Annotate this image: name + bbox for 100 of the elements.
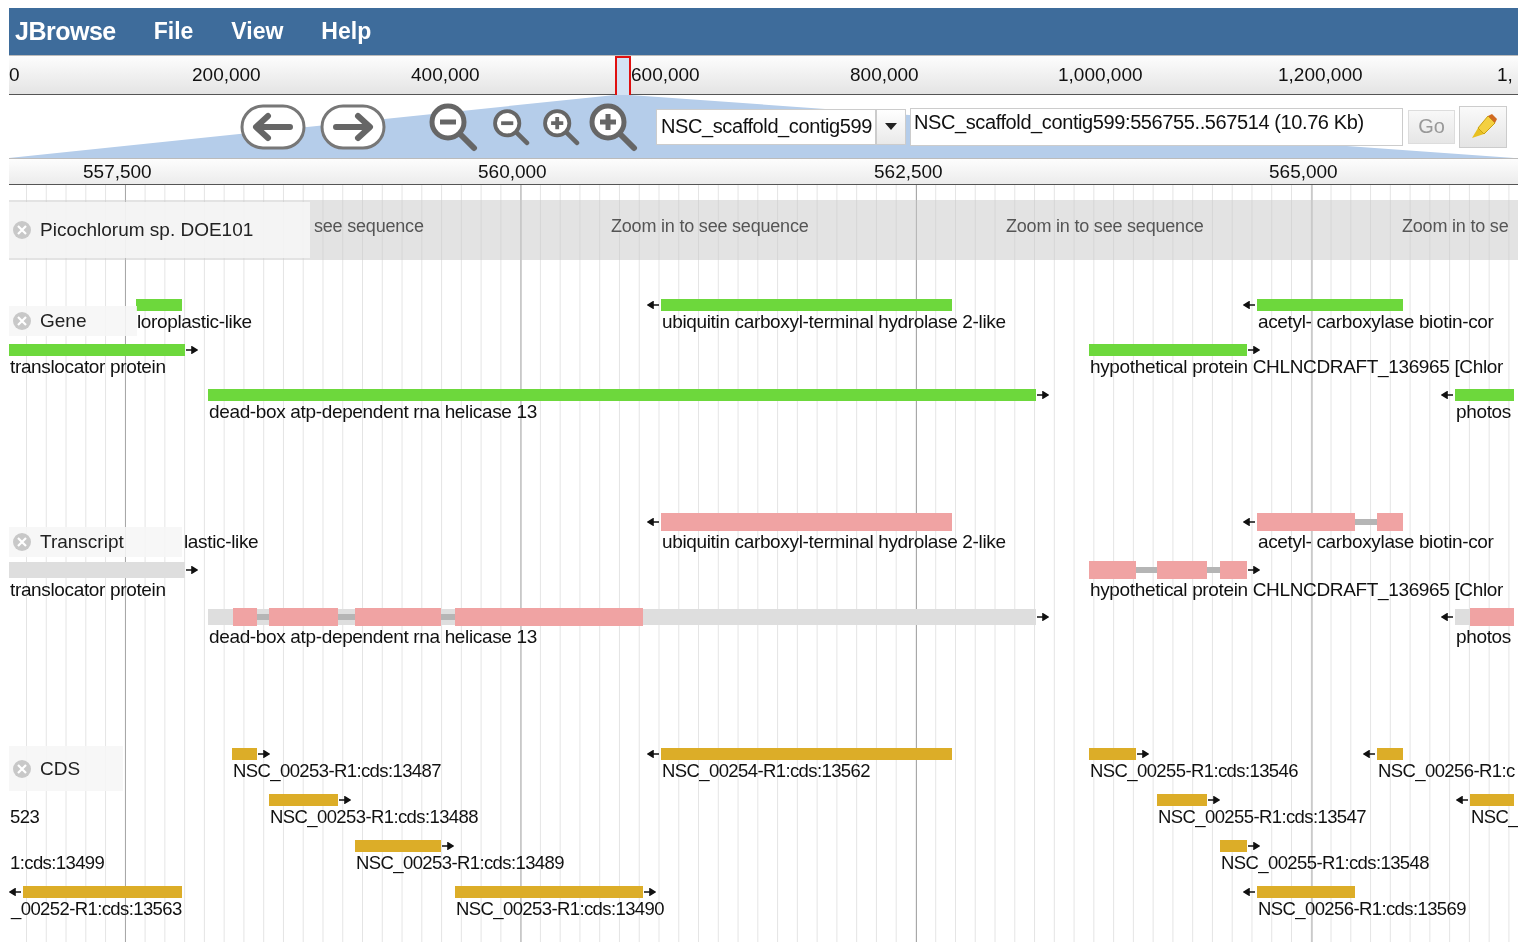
menu-item[interactable]: View [231,18,284,45]
overview-ruler[interactable]: 0 200,000 400,000 600,000 800,000 1,000,000 1,200,000 1, [9,55,1518,95]
location-field[interactable]: NSC_scaffold_contig599:556755..567514 (10.76 Kb) [910,107,1403,146]
feature-bar[interactable] [23,886,182,898]
close-icon[interactable] [12,532,32,552]
view-region-marker[interactable] [615,56,631,98]
ruler-label: 560,000 [478,161,547,183]
app-logo[interactable]: JBrowse [15,17,116,46]
feature-label: ubiquitin carboxyl-terminal hydrolase 2-like [662,532,1006,552]
feature-label: hypothetical protein CHLNCDRAFT_136965 [Chlor [1090,579,1503,600]
strand-arrow-icon [1208,796,1220,804]
feature-label: 523 [10,807,40,827]
track-label[interactable]: Transcript [9,527,182,557]
feature-glyph[interactable] [9,560,185,579]
feature-glyph[interactable] [1089,560,1247,579]
zoom-out-button[interactable] [492,107,530,146]
sequence-hint: Zoom in to see sequence [611,216,809,237]
strand-arrow-icon [1243,888,1255,896]
feature-label: translocator protein [10,579,166,600]
strand-arrow-icon [1243,301,1255,309]
strand-arrow-icon [1441,391,1453,399]
close-icon[interactable] [12,311,32,331]
feature-bar[interactable] [1089,748,1136,760]
feature-bar[interactable] [355,840,441,852]
strand-arrow-icon [647,518,659,526]
feature-label: NSC_00255-R1:cds:13546 [1090,761,1298,781]
track-label[interactable]: CDS [9,746,123,791]
pan-right-button[interactable] [320,103,386,150]
strand-arrow-icon [186,565,198,574]
sequence-hint: see sequence [314,216,424,237]
ruler-label: 1, [1497,64,1513,86]
feature-bar[interactable] [1157,794,1207,806]
ruler-label: 562,500 [874,161,943,183]
feature-label: _00252-R1:cds:13563 [11,899,182,919]
close-icon[interactable] [12,220,32,240]
feature-bar[interactable] [455,886,643,898]
feature-glyph[interactable] [661,513,952,531]
strand-arrow-icon [1456,796,1468,804]
strand-arrow-icon [339,796,351,804]
feature-bar[interactable] [1455,389,1514,401]
caret-icon [885,123,897,130]
ruler-label: 0 [9,64,20,86]
pan-left-button[interactable] [240,103,306,150]
track-label[interactable]: Gene [9,306,137,336]
feature-label: NSC_00254-R1:cds:13562 [662,761,870,781]
feature-bar[interactable] [1257,299,1403,311]
feature-bar[interactable] [1470,794,1514,806]
feature-label: acetyl- carboxylase biotin-cor [1258,532,1494,552]
feature-label: dead-box atp-dependent rna helicase 13 [209,402,537,422]
reference-select[interactable]: NSC_scaffold_contig599 [656,108,876,145]
strand-arrow-icon [1248,346,1260,354]
strand-arrow-icon [1363,750,1375,758]
feature-bar[interactable] [661,299,952,311]
feature-bar[interactable] [1220,840,1247,852]
zoom-out-button[interactable] [428,101,478,152]
feature-bar[interactable] [1089,344,1247,356]
feature-label: dead-box atp-dependent rna helicase 13 [209,627,537,647]
menu-item[interactable]: File [153,18,194,45]
zoom-in-button[interactable] [542,107,580,146]
track-label-text: CDS [40,757,81,780]
track-label-text: Transcript [40,531,124,553]
highlight-button[interactable] [1459,105,1507,148]
feature-glyph[interactable] [208,608,1036,626]
feature-bar[interactable] [9,344,185,356]
ruler-label: 1,000,000 [1058,64,1143,86]
sequence-hint: Zoom in to se [1402,216,1509,237]
feature-bar[interactable] [136,299,182,311]
feature-glyph[interactable] [1455,608,1514,626]
feature-bar[interactable] [1377,748,1403,760]
feature-label: ubiquitin carboxyl-terminal hydrolase 2-like [662,312,1006,332]
dropdown-button[interactable] [876,108,906,145]
track-label-text: Gene [40,310,87,332]
feature-bar[interactable] [1257,886,1355,898]
feature-bar[interactable] [661,748,952,760]
strand-arrow-icon [186,346,198,354]
feature-label: 1:cds:13499 [10,853,105,873]
feature-label: loroplastic-like [137,312,252,332]
feature-label: translocator protein [10,357,166,377]
ruler-label: 200,000 [192,64,261,86]
feature-bar[interactable] [208,389,1036,401]
strand-arrow-icon [647,301,659,309]
ruler-label: 800,000 [850,64,919,86]
strand-arrow-icon [1248,565,1260,574]
feature-label: NSC_00253-R1:cds:13487 [233,761,441,781]
strand-arrow-icon [1248,842,1260,850]
feature-label: NSC_00255-R1:cds:13548 [1221,853,1429,873]
feature-label: NSC_00256-R1:cds:13569 [1258,899,1466,919]
feature-label: lastic-like [184,532,259,552]
feature-bar[interactable] [269,794,338,806]
strand-arrow-icon [1137,750,1149,758]
ruler-label: 600,000 [631,64,700,86]
strand-arrow-icon [644,888,656,896]
zoom-in-button[interactable] [588,101,638,152]
close-icon[interactable] [12,758,32,779]
track-label[interactable]: Picochlorum sp. DOE101 [9,202,310,258]
menu-item[interactable]: Help [321,18,372,45]
feature-bar[interactable] [232,748,257,760]
strand-arrow-icon [9,888,21,896]
feature-label: NSC_ [1471,807,1518,827]
feature-glyph[interactable] [1257,513,1403,531]
